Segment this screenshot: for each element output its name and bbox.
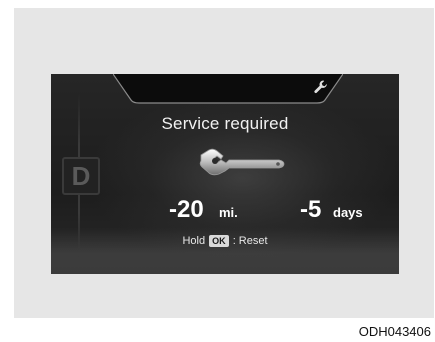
wrench-icon <box>313 79 329 95</box>
instrument-cluster-display: D Service required -20 mi. -5 days Hold … <box>51 74 399 274</box>
hint-prefix: Hold <box>182 235 206 248</box>
top-indicator-tab <box>113 74 343 104</box>
gear-indicator: D <box>62 157 100 195</box>
distance-unit: mi. <box>219 205 238 220</box>
wrench-icon <box>199 147 285 177</box>
figure-caption: ODH043406 <box>358 324 431 339</box>
hint-suffix: : Reset <box>232 235 268 248</box>
gear-label: D <box>71 161 91 191</box>
ok-button-label: OK <box>209 235 229 248</box>
service-title: Service required <box>161 114 289 133</box>
days-unit: days <box>333 205 363 220</box>
reset-hint: Hold OK : Reset <box>51 235 399 248</box>
distance-value: -20 <box>169 196 204 223</box>
days-value: -5 <box>300 196 322 223</box>
